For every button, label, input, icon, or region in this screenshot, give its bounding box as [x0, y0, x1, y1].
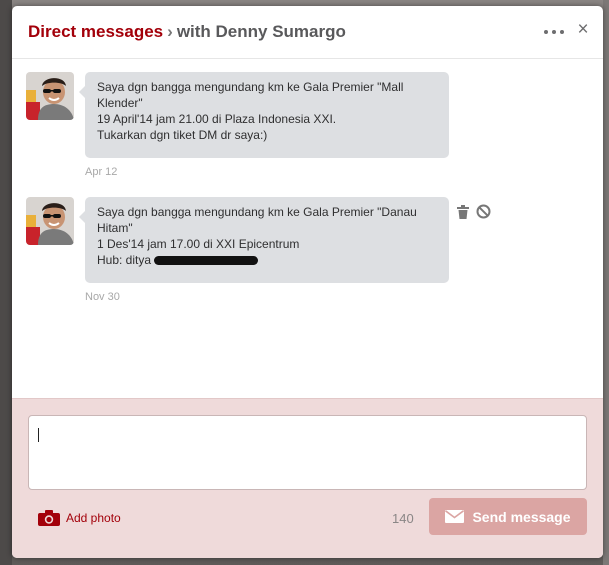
close-icon[interactable]: × — [575, 20, 591, 40]
backdrop-edge-left — [0, 0, 12, 565]
redaction-mark — [154, 256, 259, 266]
message-bubble: Saya dgn bangga mengundang km ke Gala Pr… — [79, 197, 449, 283]
block-icon[interactable] — [476, 204, 491, 219]
ellipsis-icon[interactable] — [544, 23, 564, 41]
avatar[interactable] — [26, 197, 74, 245]
message-line-text: Hub: ditya — [97, 253, 152, 267]
add-photo-button[interactable]: Add photo — [38, 509, 121, 527]
message-line: 19 April'14 jam 21.00 di Plaza Indonesia… — [97, 112, 337, 126]
message-date: Apr 12 — [85, 166, 118, 178]
ellipsis-dot — [552, 30, 556, 34]
send-message-button[interactable]: Send message — [429, 498, 587, 535]
message-line: Saya dgn bangga mengundang km ke Gala Pr… — [97, 80, 404, 110]
character-counter: 140 — [392, 511, 414, 526]
message-thread[interactable]: Saya dgn bangga mengundang km ke Gala Pr… — [12, 59, 603, 399]
message-line: Tukarkan dgn tiket DM dr saya:) — [97, 128, 268, 142]
ellipsis-dot — [560, 30, 564, 34]
add-photo-label: Add photo — [66, 511, 121, 525]
message-line: Saya dgn bangga mengundang km ke Gala Pr… — [97, 205, 417, 235]
title-separator: › — [167, 22, 173, 41]
message-line: 1 Des'14 jam 17.00 di XXI Epicentrum — [97, 237, 300, 251]
message-composer: Add photo 140 Send message — [12, 398, 603, 558]
message-item: Saya dgn bangga mengundang km ke Gala Pr… — [12, 197, 603, 307]
avatar-image — [26, 197, 74, 245]
envelope-icon — [445, 510, 465, 523]
title-direct-messages[interactable]: Direct messages — [28, 22, 163, 41]
dialog-title: Direct messages › with Denny Sumargo — [28, 22, 346, 42]
avatar[interactable] — [26, 72, 74, 120]
title-conversation-partner: with Denny Sumargo — [176, 22, 346, 41]
avatar-image — [26, 72, 74, 120]
ellipsis-dot — [544, 30, 548, 34]
message-actions — [457, 204, 493, 220]
message-item: Saya dgn bangga mengundang km ke Gala Pr… — [12, 72, 603, 182]
message-input[interactable] — [28, 415, 587, 490]
camera-icon — [38, 510, 60, 526]
message-date: Nov 30 — [85, 291, 120, 303]
trash-icon[interactable] — [457, 205, 469, 219]
text-cursor — [38, 428, 39, 442]
message-bubble: Saya dgn bangga mengundang km ke Gala Pr… — [79, 72, 449, 158]
dm-dialog: Direct messages › with Denny Sumargo × S… — [12, 6, 603, 558]
dialog-header: Direct messages › with Denny Sumargo × — [12, 6, 603, 59]
send-message-label: Send message — [472, 508, 571, 525]
message-line: Hub: ditya — [97, 252, 437, 268]
backdrop-edge-right — [603, 0, 609, 565]
